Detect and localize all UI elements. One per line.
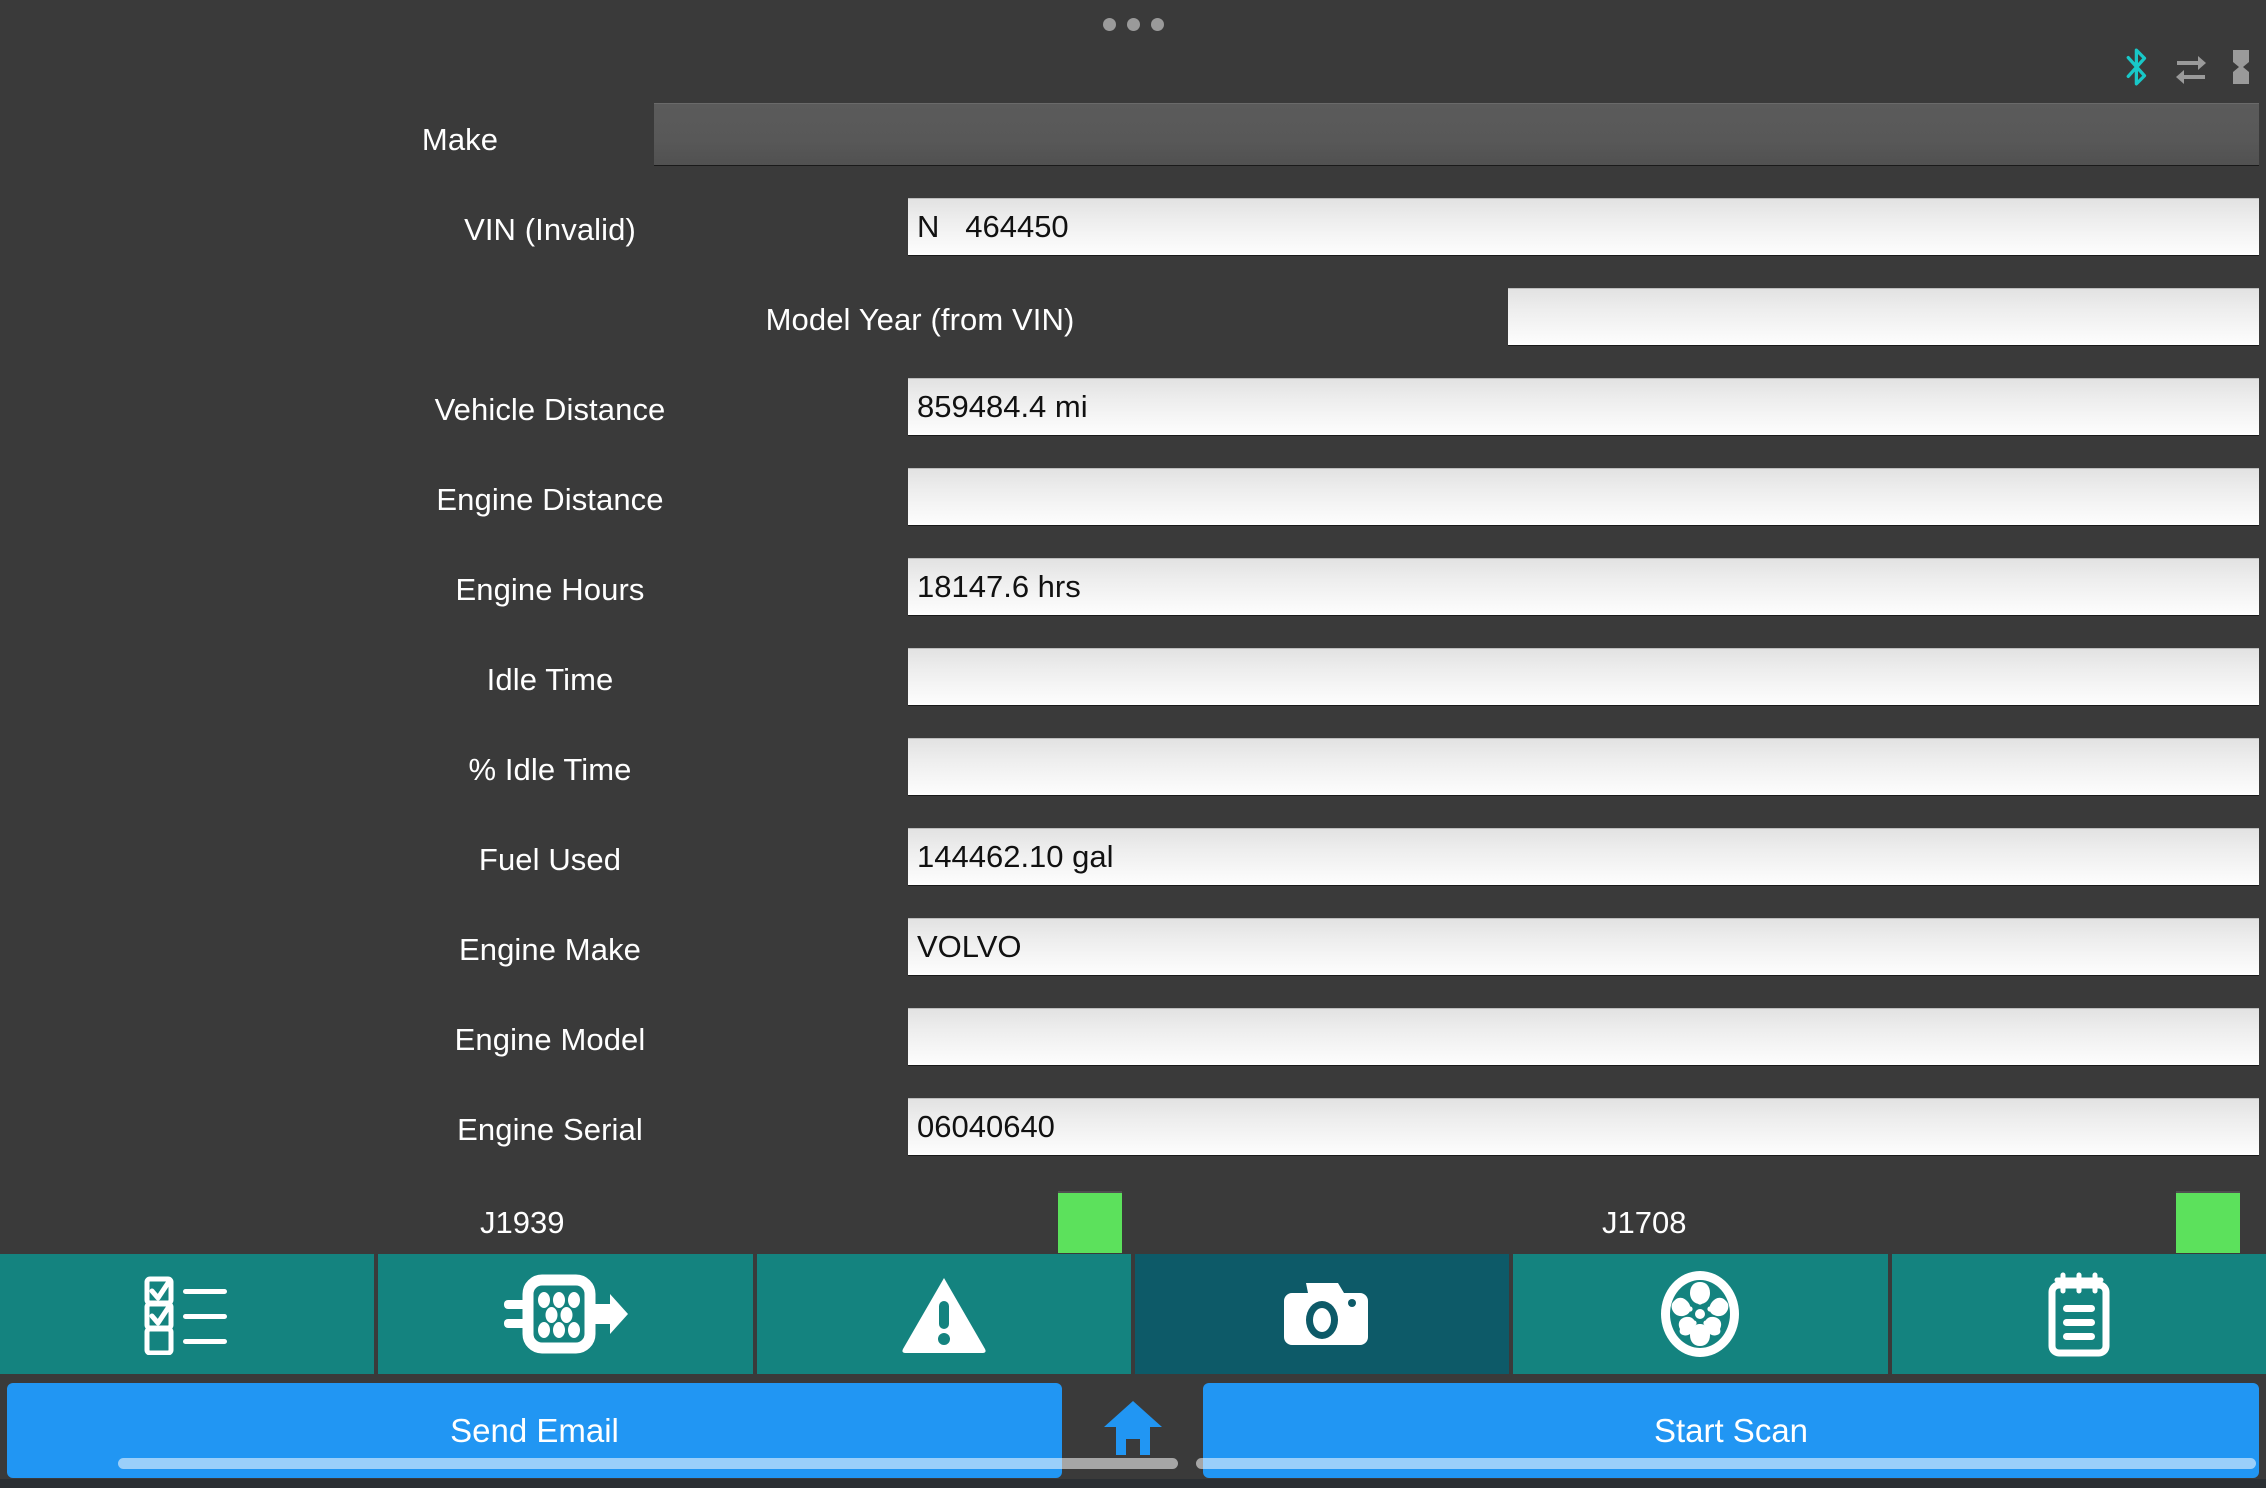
form-row-fuel-used: Fuel Used 144462.10 gal (0, 815, 2266, 905)
label-engine-hours: Engine Hours (455, 572, 645, 607)
tab-notes[interactable] (1891, 1254, 2266, 1374)
label-engine-serial: Engine Serial (457, 1112, 643, 1147)
tab-connector[interactable] (378, 1254, 753, 1374)
label-fuel-used: Fuel Used (478, 842, 622, 877)
label-idle-time: Idle Time (486, 662, 614, 697)
field-model-year[interactable] (1508, 288, 2259, 345)
field-engine-serial[interactable]: 06040640 (908, 1098, 2259, 1155)
form-row-make: Make (0, 95, 2266, 185)
vehicle-info-form: Make VIN (Invalid) N 464450 Model Year (… (0, 95, 2266, 1271)
form-row-model-year: Model Year (from VIN) (0, 275, 2266, 365)
field-engine-model[interactable] (908, 1008, 2259, 1065)
home-icon (1102, 1399, 1164, 1462)
overflow-dot (1102, 17, 1116, 31)
navigation-shade (0, 1479, 2266, 1488)
field-vehicle-distance[interactable]: 859484.4 mi (908, 378, 2259, 435)
home-button[interactable] (1062, 1383, 1203, 1478)
overflow-dot (1126, 17, 1140, 31)
send-email-button[interactable]: Send Email (7, 1383, 1062, 1478)
overflow-dot (1150, 17, 1164, 31)
warning-icon (901, 1275, 987, 1353)
field-idle-time[interactable] (908, 648, 2259, 705)
field-fuel-used[interactable]: 144462.10 gal (908, 828, 2259, 885)
checklist-icon (143, 1273, 231, 1355)
form-row-vehicle-distance: Vehicle Distance 859484.4 mi (0, 365, 2266, 455)
status-icon-tray (2122, 46, 2252, 88)
status-indicator-j1939 (1058, 1191, 1122, 1253)
field-vin[interactable]: N 464450 (908, 198, 2259, 255)
form-row-engine-hours: Engine Hours 18147.6 hrs (0, 545, 2266, 635)
field-engine-distance[interactable] (908, 468, 2259, 525)
form-row-engine-make: Engine Make VOLVO (0, 905, 2266, 995)
field-percent-idle-time[interactable] (908, 738, 2259, 795)
status-indicator-j1708 (2176, 1191, 2240, 1253)
form-row-percent-idle-time: % Idle Time (0, 725, 2266, 815)
overflow-menu-button[interactable] (0, 16, 2266, 32)
label-engine-make: Engine Make (458, 932, 642, 967)
data-transfer-icon (2174, 50, 2208, 84)
bluetooth-icon (2122, 47, 2152, 87)
field-engine-make[interactable]: VOLVO (908, 918, 2259, 975)
form-row-engine-model: Engine Model (0, 995, 2266, 1085)
tab-camera[interactable] (1134, 1254, 1510, 1374)
label-engine-model: Engine Model (454, 1022, 646, 1057)
label-vehicle-distance: Vehicle Distance (434, 392, 666, 427)
label-engine-distance: Engine Distance (436, 482, 664, 517)
form-row-vin: VIN (Invalid) N 464450 (0, 185, 2266, 275)
wheel-icon (1658, 1269, 1742, 1359)
field-engine-hours[interactable]: 18147.6 hrs (908, 558, 2259, 615)
form-row-engine-serial: Engine Serial 06040640 (0, 1085, 2266, 1175)
action-bar: Send Email Start Scan (0, 1378, 2266, 1488)
label-percent-idle-time: % Idle Time (468, 752, 632, 787)
label-model-year: Model Year (from VIN) (765, 302, 1075, 337)
field-make[interactable] (654, 103, 2259, 165)
camera-icon (1276, 1275, 1369, 1353)
label-vin: VIN (Invalid) (464, 212, 636, 247)
battery-icon (2230, 49, 2252, 85)
form-row-engine-distance: Engine Distance (0, 455, 2266, 545)
tab-checklist[interactable] (0, 1254, 375, 1374)
bottom-tab-bar (0, 1254, 2266, 1374)
tab-faults[interactable] (756, 1254, 1131, 1374)
notepad-icon (2044, 1271, 2114, 1357)
form-row-idle-time: Idle Time (0, 635, 2266, 725)
app-window: Make VIN (Invalid) N 464450 Model Year (… (0, 0, 2266, 1488)
start-scan-button[interactable]: Start Scan (1203, 1383, 2259, 1478)
connector-icon (500, 1274, 630, 1354)
tab-wheel[interactable] (1513, 1254, 1888, 1374)
